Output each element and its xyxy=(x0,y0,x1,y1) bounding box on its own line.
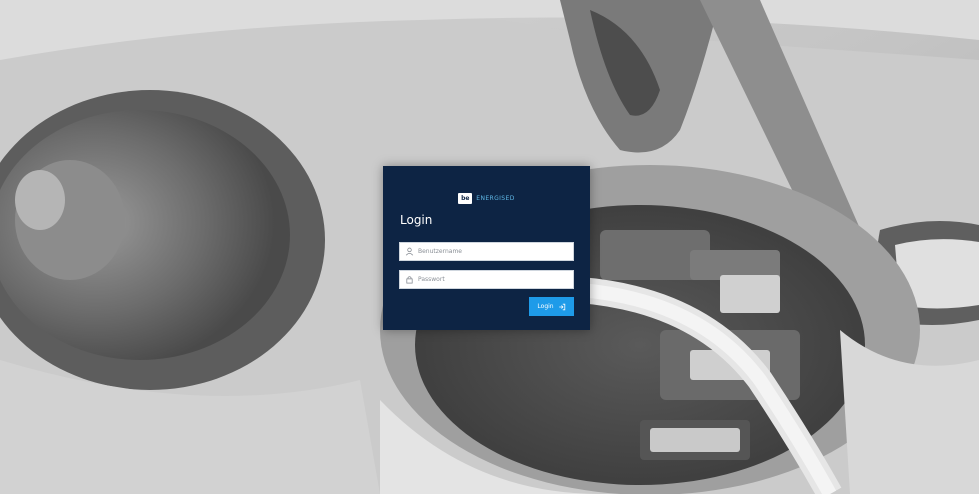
user-icon xyxy=(405,247,414,256)
login-button-label: Login xyxy=(537,303,554,310)
password-input[interactable] xyxy=(418,276,568,283)
login-button[interactable]: Login xyxy=(529,297,574,316)
password-field[interactable] xyxy=(399,270,574,289)
username-input[interactable] xyxy=(418,248,568,255)
brand-logo: be ENERGISED xyxy=(383,193,590,204)
login-page: be ENERGISED Login Login xyxy=(0,0,979,494)
brand-name: ENERGISED xyxy=(476,195,515,202)
login-card: be ENERGISED Login Login xyxy=(383,166,590,330)
sign-in-arrow-icon xyxy=(558,303,565,310)
username-field[interactable] xyxy=(399,242,574,261)
login-title: Login xyxy=(400,213,433,227)
brand-badge: be xyxy=(458,193,473,204)
lock-icon xyxy=(406,276,413,284)
